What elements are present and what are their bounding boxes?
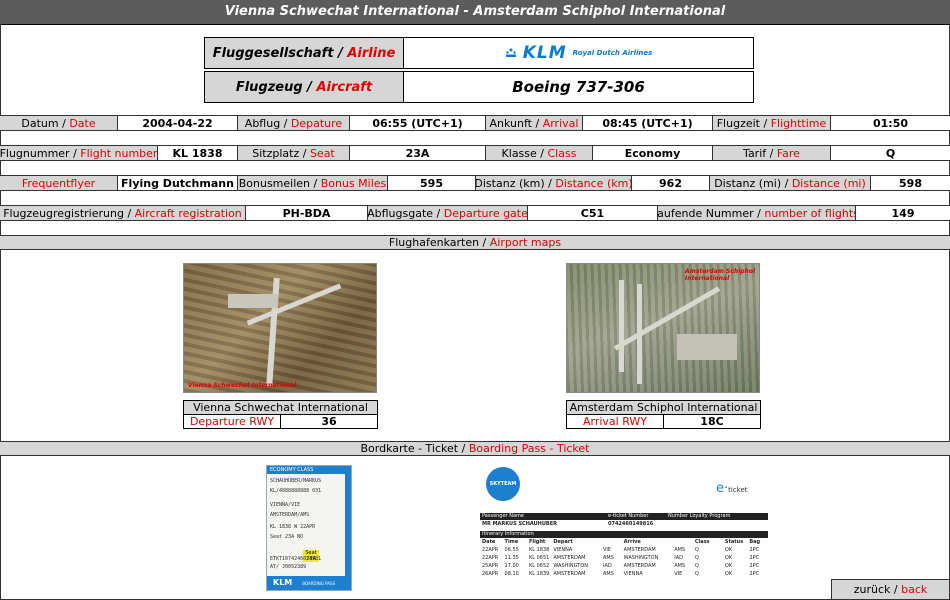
registration-label: Flugzeugregistrierung / Aircraft registr…: [0, 206, 246, 220]
airline-label: Fluggesellschaft / Airline: [205, 38, 404, 68]
aircraft-value: Boeing 737-306: [512, 78, 645, 96]
flight-count-value: 149: [856, 206, 950, 220]
fare-label: Tarif / Fare: [713, 146, 831, 160]
airline-row: Fluggesellschaft / Airline KLM Royal Dut…: [204, 37, 754, 69]
departure-label: Abflug / Depature: [238, 116, 350, 130]
departure-airport-box: Vienna Schwechat International Departure…: [183, 400, 378, 429]
bonus-miles-label: Bonusmeilen / Bonus Miles: [238, 176, 388, 190]
seat-label: Sitzplatz / Seat: [238, 146, 350, 160]
itinerary-title: Itinerary Information: [480, 531, 768, 538]
arrival-rwy-value: 18C: [700, 415, 724, 428]
itinerary-leg: 25APR 17.00 KL 0652 WASHINGTON IAD AMSTERDAM A…: [482, 563, 759, 569]
info-row-3: Frequentflyer Flying Dutchmann Bonusmeil…: [0, 175, 950, 191]
frequentflyer-label: Frequentflyer: [0, 176, 118, 190]
class-value: Economy: [593, 146, 713, 160]
departure-rwy-value: 36: [321, 415, 337, 428]
runway-18l: [619, 280, 624, 372]
terminal: [677, 334, 737, 360]
airport-maps-header: Flughafenkarten / Airport maps: [0, 235, 950, 250]
fare-value: Q: [831, 146, 950, 160]
terminal: [228, 294, 278, 308]
flight-number-label: Flugnummer / Flight number: [0, 146, 158, 160]
info-row-4: Flugzeugregistrierung / Aircraft registr…: [0, 205, 950, 221]
distance-mi-label: Distanz (mi) / Distance (mi): [710, 176, 871, 190]
boarding-pass-image[interactable]: ECONOMY CLASS SCHAUHUBER/MARKUS KL/48888…: [266, 465, 352, 591]
arrival-airport-name: Amsterdam Schiphol International: [567, 401, 760, 415]
departure-rwy-label: Departure RWY: [184, 415, 281, 428]
arrival-value: 08:45 (UTC+1): [583, 116, 713, 130]
arrival-rwy-label: Arrival RWY: [567, 415, 664, 428]
itinerary-leg: 26APR 08.10 KL 1839 AMSTERDAM AMS VIENNA VIE Q O…: [482, 571, 759, 577]
gate-value: C51: [528, 206, 658, 220]
date-label: Datum / Date: [0, 116, 118, 130]
info-row-2: Flugnummer / Flight number KL 1838 Sitzp…: [0, 145, 950, 161]
itinerary-leg: 22APR 06.55 KL 1838 VIENNA VIE AMSTERDAM AMS Q O…: [482, 547, 759, 553]
distance-mi-value: 598: [871, 176, 950, 190]
eticket-passenger: MR MARKUS SCHAUHUBER 0742460149816: [482, 521, 654, 527]
klm-logo: KLM Royal Dutch Airlines: [505, 43, 652, 63]
itinerary-leg: 22APR 11.35 KL 0651 AMSTERDAM AMS WASHINGTON I…: [482, 555, 759, 561]
eticket-image[interactable]: SKYTEAM e·ticket Passenger Name e-ticket…: [478, 465, 770, 585]
eticket-header: Passenger Name e-ticket Number Number Lo…: [480, 513, 768, 520]
departure-airport-name: Vienna Schwechat International: [184, 401, 377, 415]
page-title: Vienna Schwechat International - Amsterd…: [0, 0, 950, 25]
vienna-airport-map[interactable]: Vienna Schwechat International: [183, 263, 377, 393]
seat-value: 23A: [350, 146, 486, 160]
frequentflyer-value: Flying Dutchmann: [118, 176, 238, 190]
registration-value: PH-BDA: [246, 206, 368, 220]
airline-value: KLM Royal Dutch Airlines: [404, 38, 753, 68]
distance-km-label: Distanz (km) / Distance (km): [476, 176, 632, 190]
klm-footer: KLM BOARDING PASS: [267, 576, 351, 590]
bonus-miles-value: 595: [388, 176, 476, 190]
distance-km-value: 962: [632, 176, 710, 190]
flight-count-label: laufende Nummer / number of flights: [658, 206, 856, 220]
itinerary-columns: Date Time Flight Depart Arrive Class Status Bag: [482, 539, 761, 545]
back-button[interactable]: zurück / back: [831, 579, 949, 599]
aircraft-row: Flugzeug / Aircraft Boeing 737-306: [204, 71, 754, 103]
crown-icon: [505, 48, 516, 57]
aircraft-label: Flugzeug / Aircraft: [205, 72, 404, 102]
boarding-pass-header: Bordkarte - Ticket / Boarding Pass - Tic…: [0, 441, 950, 456]
schiphol-airport-map[interactable]: Amsterdam Schiphol International: [566, 263, 760, 393]
arrival-label: Ankunft / Arrival: [486, 116, 583, 130]
date-value: 2004-04-22: [118, 116, 238, 130]
eticket-logo: e·ticket: [716, 481, 748, 496]
flighttime-value: 01:50: [831, 116, 950, 130]
flighttime-label: Flugzeit / Flighttime: [713, 116, 831, 130]
class-label: Klasse / Class: [486, 146, 593, 160]
info-row-1: Datum / Date 2004-04-22 Abflug / Depatur…: [0, 115, 950, 131]
departure-value: 06:55 (UTC+1): [350, 116, 486, 130]
skyteam-badge: SKYTEAM: [486, 467, 520, 501]
flight-number-value: KL 1838: [158, 146, 238, 160]
arrival-airport-box: Amsterdam Schiphol International Arrival…: [566, 400, 761, 429]
gate-label: Abflugsgate / Departure gate: [368, 206, 528, 220]
content-frame: [0, 24, 950, 600]
